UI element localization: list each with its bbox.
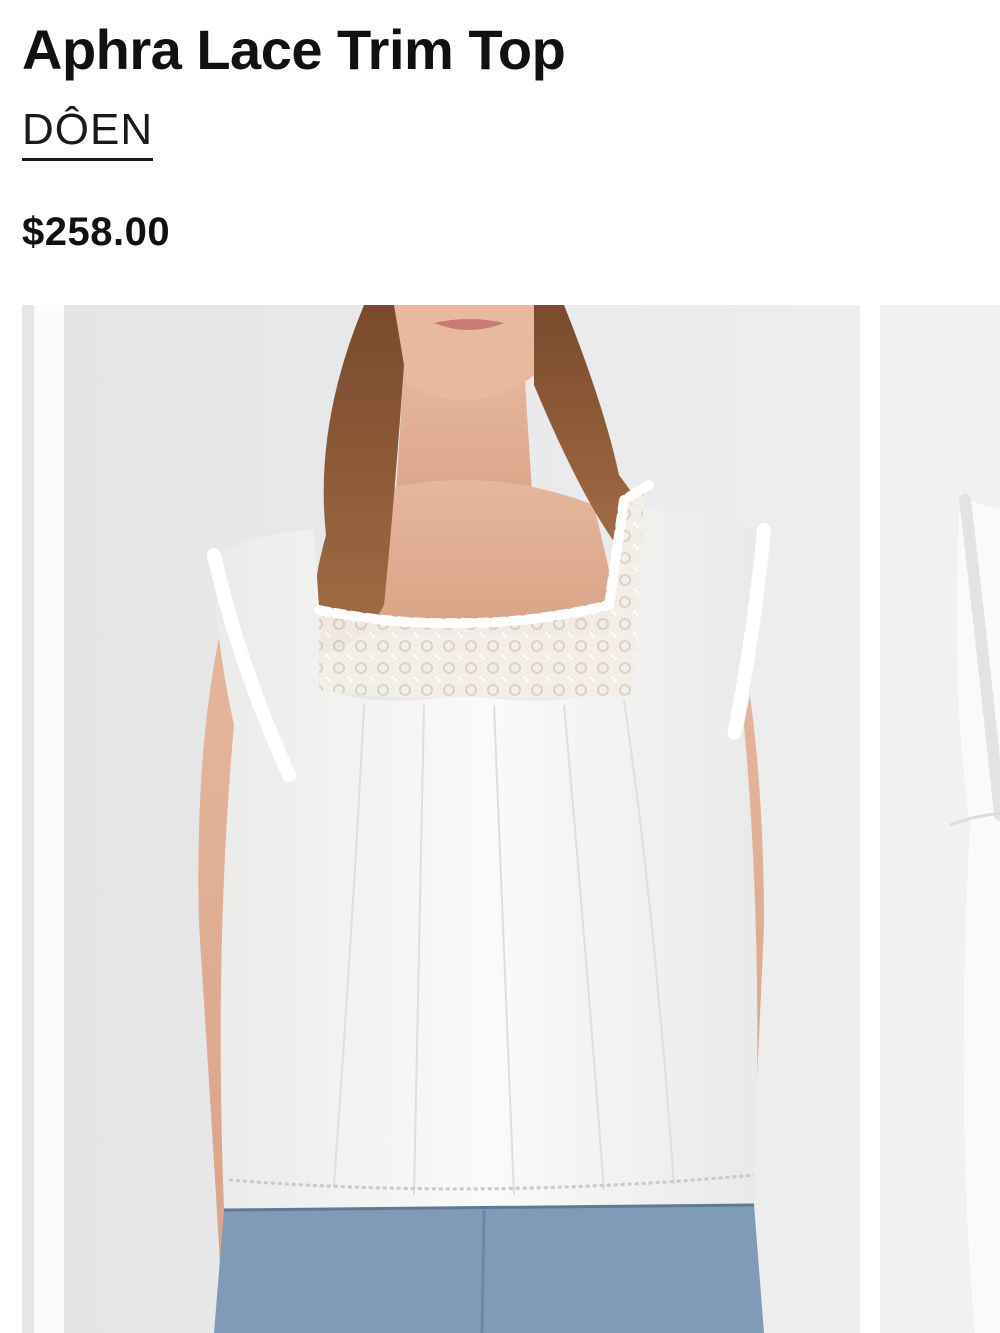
carousel-gap	[860, 305, 880, 1333]
product-title: Aphra Lace Trim Top	[22, 18, 566, 81]
product-price: $258.00	[22, 210, 171, 254]
previous-image-edge-light	[34, 305, 64, 1333]
product-image-carousel[interactable]	[0, 305, 1000, 1333]
next-product-photo	[880, 305, 1000, 1333]
previous-image-edge	[22, 305, 34, 1333]
product-photo	[64, 305, 860, 1333]
product-image-main[interactable]	[64, 305, 860, 1333]
brand-link[interactable]: DÔEN	[22, 104, 154, 161]
product-image-next[interactable]	[880, 305, 1000, 1333]
